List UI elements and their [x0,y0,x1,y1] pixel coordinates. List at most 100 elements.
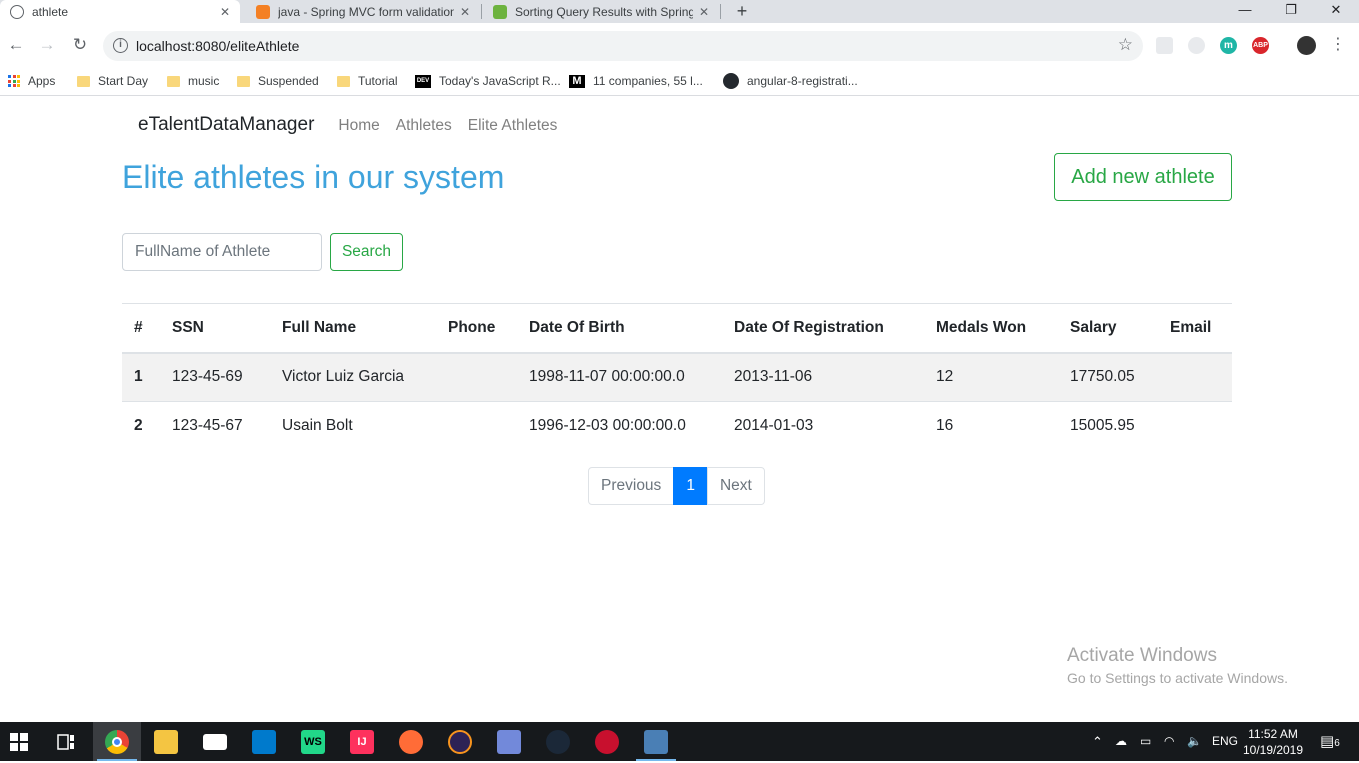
new-tab-button[interactable]: + [733,0,751,23]
mail-icon[interactable] [203,734,227,750]
tab-spring-mvc[interactable]: java - Spring MVC form validation ✕ [246,0,480,23]
intellij-icon[interactable]: IJ [350,730,374,754]
cell-medals-won: 16 [924,401,1058,451]
athletes-table: # SSN Full Name Phone Date Of Birth Date… [122,303,1232,451]
add-new-athlete-button[interactable]: Add new athlete [1054,153,1232,201]
column-header: SSN [160,303,270,354]
nav-home[interactable]: Home [338,117,379,135]
tab-sorting-query[interactable]: Sorting Query Results with Spring ✕ [483,0,719,23]
watermark-subtitle: Go to Settings to activate Windows. [1067,670,1288,686]
chrome-icon[interactable] [105,730,129,754]
cell-date-of-birth: 1998-11-07 00:00:00.0 [517,352,722,402]
search-input[interactable] [122,233,322,271]
forward-arrow-icon[interactable]: → [36,34,58,56]
app-icon[interactable] [595,730,619,754]
activate-windows-watermark: Activate Windows Go to Settings to activ… [1067,645,1288,686]
steam-icon[interactable] [546,730,570,754]
table-row: 2 123-45-67 Usain Bolt 1996-12-03 00:00:… [122,401,1232,451]
url-text[interactable]: localhost:8080/eliteAthlete [136,38,299,54]
bookmark-apps[interactable]: Apps [8,72,55,90]
pagination-page-1[interactable]: 1 [673,467,708,505]
restore-button[interactable]: ❐ [1268,0,1314,23]
column-header: Email [1158,303,1232,354]
browser-tab-strip: athlete ✕ java - Spring MVC form validat… [0,0,1359,23]
github-icon [723,73,739,89]
language-indicator[interactable]: ENG [1212,722,1238,761]
battery-icon[interactable]: ▭ [1140,722,1151,761]
tab-close-icon[interactable]: ✕ [460,5,470,19]
minimize-button[interactable]: — [1222,0,1268,23]
bookmark-label: angular-8-registrati... [747,74,858,88]
close-window-button[interactable]: ✕ [1313,0,1359,23]
mysql-workbench-icon[interactable] [644,730,668,754]
clock-time: 11:52 AM [1248,727,1298,741]
onedrive-icon[interactable]: ☁ [1115,722,1127,761]
bookmark-start-day[interactable]: Start Day [77,72,148,90]
nav-athletes[interactable]: Athletes [396,117,452,135]
tab-athlete[interactable]: athlete ✕ [0,0,240,23]
spring-leaf-icon [493,4,507,19]
tab-close-icon[interactable]: ✕ [220,5,230,19]
pagination-next[interactable]: Next [706,467,765,505]
pagination-previous[interactable]: Previous [588,467,675,505]
reload-icon[interactable]: ↻ [69,34,91,56]
tab-title: Sorting Query Results with Spring [515,4,693,19]
extension-icon[interactable] [1188,37,1205,54]
tab-separator [481,4,482,19]
page-title: Elite athletes in our system [122,159,505,195]
menu-kebab-icon[interactable]: ⋮ [1327,34,1349,56]
search-button[interactable]: Search [330,233,403,271]
cell-num: 2 [122,401,160,451]
bookmarks-bar: Apps Start Day music Suspended Tutorial … [0,67,1359,96]
address-bar[interactable]: i localhost:8080/eliteAthlete ☆ [103,31,1143,61]
wifi-icon[interactable]: ◠ [1164,722,1174,761]
vscode-icon[interactable] [252,730,276,754]
tab-close-icon[interactable]: ✕ [699,5,709,19]
globe-icon [10,4,24,19]
clock[interactable]: 11:52 AM 10/19/2019 [1240,726,1306,758]
discord-icon[interactable] [497,730,521,754]
postman-icon[interactable] [399,730,423,754]
tab-title: java - Spring MVC form validation [278,4,454,19]
tray-chevron-icon[interactable]: ⌃ [1092,722,1103,761]
cell-email [1158,352,1232,402]
back-arrow-icon[interactable]: ← [5,34,27,56]
browser-toolbar: ← → ↻ i localhost:8080/eliteAthlete ☆ m … [0,23,1359,67]
windows-taskbar: WS IJ ⌃ ☁ ▭ ◠ 🔈 ENG 11:52 AM 10/19/2019 … [0,722,1359,761]
pagination: Previous 1 Next [588,467,765,505]
bookmark-star-icon[interactable]: ☆ [1118,35,1133,55]
bookmark-suspended[interactable]: Suspended [237,72,319,90]
cell-salary: 17750.05 [1058,352,1158,402]
column-header: Date Of Birth [517,303,722,354]
file-explorer-icon[interactable] [154,730,178,754]
info-icon[interactable]: i [113,38,128,53]
bookmark-github[interactable]: angular-8-registrati... [723,72,858,90]
task-view-icon[interactable] [54,730,78,754]
column-header: Salary [1058,303,1158,354]
webstorm-icon[interactable]: WS [301,730,325,754]
adblock-icon[interactable]: ABP [1252,37,1269,54]
table-header-row: # SSN Full Name Phone Date Of Birth Date… [122,303,1232,354]
bookmark-music[interactable]: music [167,72,219,90]
windows-start-icon[interactable] [7,730,31,754]
bookmark-tutorial[interactable]: Tutorial [337,72,398,90]
tab-separator [720,4,721,19]
volume-icon[interactable]: 🔈 [1187,722,1202,761]
cell-date-of-birth: 1996-12-03 00:00:00.0 [517,401,722,451]
column-header: Full Name [270,303,436,354]
nav-elite-athletes[interactable]: Elite Athletes [468,117,558,135]
column-header: Date Of Registration [722,303,924,354]
brand-link[interactable]: eTalentDataManager [138,114,314,136]
bookmark-medium[interactable]: M 11 companies, 55 l... [569,72,703,90]
bookmark-javascript[interactable]: DEV Today's JavaScript R... [415,72,561,90]
clock-date: 10/19/2019 [1242,743,1304,757]
profile-avatar[interactable] [1297,36,1316,55]
extension-icon[interactable] [1156,37,1173,54]
notifications-button[interactable]: ▤6 [1320,722,1340,761]
bookmark-label: 11 companies, 55 l... [593,74,703,88]
eclipse-icon[interactable] [448,730,472,754]
extension-m-icon[interactable]: m [1220,37,1237,54]
table-row: 1 123-45-69 Victor Luiz Garcia 1998-11-0… [122,352,1232,402]
folder-icon [237,75,250,87]
bookmark-label: Apps [28,74,56,88]
